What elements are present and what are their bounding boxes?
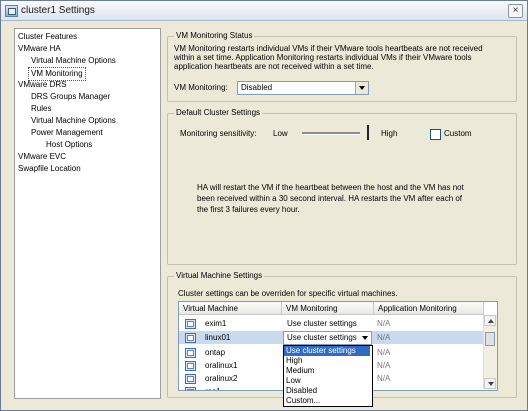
table-scrollbar[interactable] xyxy=(483,315,497,389)
table-row[interactable]: exim1 Use cluster settings N/A xyxy=(179,317,483,330)
ha-info-line: been received within a 30 second interva… xyxy=(197,194,463,203)
scrollbar-thumb[interactable] xyxy=(485,332,495,346)
column-header-vm-monitoring[interactable]: VM Monitoring xyxy=(282,302,374,315)
settings-tree: Cluster Features VMware HA Virtual Machi… xyxy=(14,28,161,399)
app-monitoring-cell: N/A xyxy=(377,333,391,342)
custom-checkbox[interactable] xyxy=(430,129,441,140)
ha-info-line: HA will restart the VM if the heartbeat … xyxy=(197,183,464,192)
sensitivity-label: Monitoring sensitivity: xyxy=(180,129,257,138)
dropdown-option[interactable]: Disabled xyxy=(284,386,370,396)
group-title: Virtual Machine Settings xyxy=(174,271,265,280)
tree-item-host-options[interactable]: Host Options xyxy=(46,139,92,151)
group-title: Default Cluster Settings xyxy=(174,108,263,117)
dropdown-option[interactable]: Low xyxy=(284,376,370,386)
vm-settings-description: Cluster settings can be overriden for sp… xyxy=(178,289,398,298)
vm-name: ontap xyxy=(205,348,226,357)
app-monitoring-cell: N/A xyxy=(377,361,391,370)
vm-name: oralinux2 xyxy=(205,374,238,383)
app-monitoring-cell: N/A xyxy=(377,348,391,357)
vm-monitoring-dropdown-list: Use cluster settings High Medium Low Dis… xyxy=(283,345,373,407)
virtual-machine-icon xyxy=(185,348,196,358)
tree-item-vmware-ha[interactable]: VMware HA xyxy=(18,43,61,55)
sensitivity-high-label: High xyxy=(381,129,398,138)
virtual-machine-icon xyxy=(185,319,196,329)
tree-item-ha-vm-options[interactable]: Virtual Machine Options xyxy=(31,55,116,67)
vm-monitoring-select[interactable]: Disabled xyxy=(237,81,369,95)
title-bar[interactable]: cluster1 Settings × xyxy=(1,1,527,21)
vm-monitoring-row-select[interactable]: Use cluster settings xyxy=(283,331,372,345)
vm-name: exim1 xyxy=(205,319,227,328)
virtual-machine-icon xyxy=(185,333,196,343)
app-monitoring-cell: N/A xyxy=(377,319,391,328)
virtual-machine-icon xyxy=(185,387,196,390)
tree-item-cluster-features[interactable]: Cluster Features xyxy=(18,31,77,43)
settings-window: cluster1 Settings × Cluster Features VMw… xyxy=(0,0,528,411)
tree-item-swapfile-location[interactable]: Swapfile Location xyxy=(18,163,81,175)
tree-item-vmware-drs[interactable]: VMware DRS xyxy=(18,79,66,91)
table-row[interactable]: linux01 Use cluster settings N/A xyxy=(179,331,483,345)
tree-item-rules[interactable]: Rules xyxy=(31,103,51,115)
tree-item-vmware-evc[interactable]: VMware EVC xyxy=(18,151,66,163)
sensitivity-slider-thumb[interactable] xyxy=(367,125,369,140)
tree-item-drs-vm-options[interactable]: Virtual Machine Options xyxy=(31,115,116,127)
dropdown-option[interactable]: Medium xyxy=(284,366,370,376)
group-title: VM Monitoring Status xyxy=(174,31,255,40)
chevron-down-icon[interactable] xyxy=(355,82,368,94)
vm-monitoring-row-value: Use cluster settings xyxy=(287,333,357,342)
tree-item-power-management[interactable]: Power Management xyxy=(31,127,103,139)
vm-name: rac1 xyxy=(205,387,221,390)
cluster-settings-icon xyxy=(5,5,18,17)
vm-monitoring-cell[interactable]: Use cluster settings xyxy=(287,319,357,329)
status-description-line: application heartbeats are not received … xyxy=(174,62,374,71)
vm-name: linux01 xyxy=(205,333,231,342)
close-button[interactable]: × xyxy=(508,4,523,18)
window-title: cluster1 Settings xyxy=(21,5,95,16)
virtual-machine-icon xyxy=(185,374,196,384)
scroll-down-arrow-icon[interactable] xyxy=(484,378,496,389)
chevron-down-icon[interactable] xyxy=(359,332,371,344)
vm-monitoring-label: VM Monitoring: xyxy=(174,83,228,92)
dropdown-option[interactable]: Use cluster settings xyxy=(284,346,370,356)
scroll-up-arrow-icon[interactable] xyxy=(484,315,496,326)
vm-monitoring-value: Disabled xyxy=(241,83,273,92)
vm-name: oralinux1 xyxy=(205,361,238,370)
custom-label: Custom xyxy=(444,129,472,138)
ha-info-line: the first 3 failures every hour. xyxy=(197,205,300,214)
column-header-virtual-machine[interactable]: Virtual Machine xyxy=(179,302,282,315)
sensitivity-low-label: Low xyxy=(273,129,288,138)
sensitivity-slider-track[interactable] xyxy=(302,132,360,135)
virtual-machine-icon xyxy=(185,361,196,371)
tree-item-drs-groups-manager[interactable]: DRS Groups Manager xyxy=(31,91,110,103)
dropdown-option[interactable]: Custom... xyxy=(284,396,370,406)
dropdown-option[interactable]: High xyxy=(284,356,370,366)
column-header-app-monitoring[interactable]: Application Monitoring xyxy=(374,302,484,315)
app-monitoring-cell: N/A xyxy=(377,374,391,383)
